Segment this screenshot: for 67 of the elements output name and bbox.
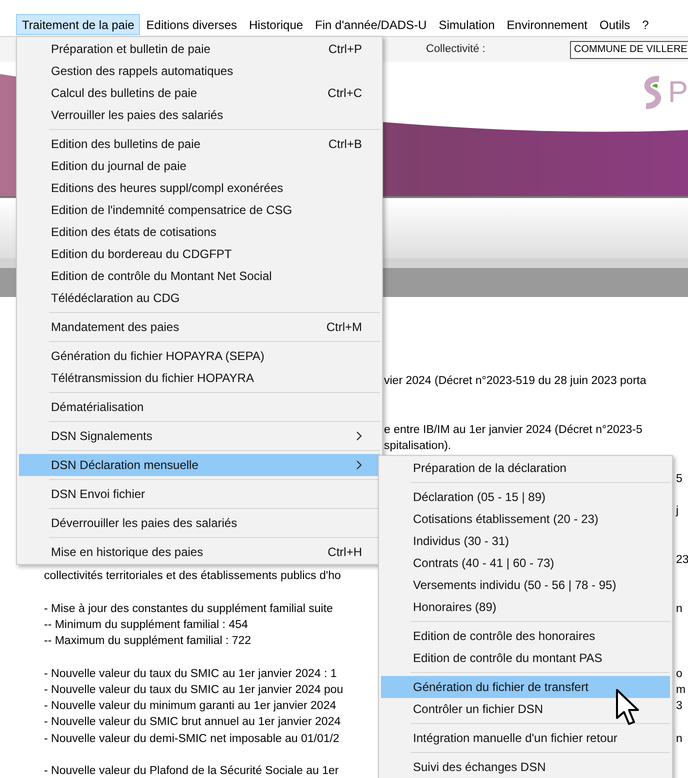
- menu-item[interactable]: Suivi des échanges DSN: [381, 756, 670, 778]
- menu-bar-item[interactable]: Outils: [593, 14, 636, 35]
- menu-bar-item[interactable]: Historique: [243, 14, 310, 35]
- menu-item[interactable]: DSN Envoi fichier: [19, 483, 380, 505]
- menu-item[interactable]: Edition de contrôle du montant PAS: [381, 647, 670, 669]
- menu-bar-item[interactable]: ?: [636, 14, 655, 35]
- document-text: - Nouvelle valeur du Plafond de la Sécurité Sociale au 1er: [44, 764, 339, 778]
- menu-item[interactable]: Télétransmission du fichier HOPAYRA: [19, 367, 380, 389]
- menu-item[interactable]: Déverrouiller les paies des salariés: [19, 512, 380, 534]
- document-text: -- Minimum du supplément familial : 454: [44, 618, 248, 633]
- document-text: n: [676, 602, 682, 616]
- mouse-pointer-icon: [615, 688, 641, 726]
- menu-item[interactable]: Intégration manuelle d'un fichier retour: [381, 727, 670, 749]
- menu-bar-item[interactable]: Fin d'année/DADS-U: [309, 14, 433, 35]
- menu-item[interactable]: DSN Déclaration mensuelle: [19, 454, 380, 476]
- menu-item[interactable]: Versements individu (50 - 56 | 78 - 95): [381, 574, 670, 596]
- menu-item[interactable]: Télédéclaration au CDG: [19, 287, 380, 309]
- document-text: 5: [676, 472, 682, 486]
- collectivity-field[interactable]: COMMUNE DE VILLERE: [570, 40, 688, 58]
- menu-item[interactable]: Préparation de la déclaration: [381, 457, 670, 479]
- document-text: -- Maximum du supplément familial : 722: [44, 634, 252, 649]
- document-text: n: [676, 732, 682, 746]
- menu-item[interactable]: Préparation et bulletin de paie Ctrl+P: [19, 38, 380, 60]
- menu-item[interactable]: Génération du fichier HOPAYRA (SEPA): [19, 345, 380, 367]
- menu-bar-item[interactable]: Environnement: [500, 14, 594, 35]
- menu-item[interactable]: Edition de l'indemnité compensatrice de CSG: [19, 199, 380, 221]
- menu-item[interactable]: Edition des états de cotisations: [19, 221, 380, 243]
- menu-item[interactable]: Edition du journal de paie: [19, 155, 380, 177]
- menu-item[interactable]: Edition de contrôle des honoraires: [381, 625, 670, 647]
- menu-item[interactable]: Gestion des rappels automatiques: [19, 60, 380, 82]
- document-text: spitalisation).: [384, 439, 452, 454]
- menu-item[interactable]: Edition des bulletins de paie Ctrl+B: [19, 133, 380, 155]
- menu-item[interactable]: Contrats (40 - 41 | 60 - 73): [381, 552, 670, 574]
- menu-item[interactable]: Cotisations établissement (20 - 23): [381, 508, 670, 530]
- document-text: 23: [676, 552, 688, 568]
- menu-bar-item[interactable]: Editions diverses: [140, 14, 244, 35]
- document-text: collectivités territoriales et des établissements publics d'ho: [44, 569, 341, 584]
- menu-item[interactable]: Editions des heures suppl/compl exonérées: [19, 177, 380, 199]
- menu-item[interactable]: Déclaration (05 - 15 | 89): [381, 486, 670, 508]
- menu-bar-item[interactable]: Simulation: [432, 14, 501, 35]
- document-text: 3: [676, 699, 682, 714]
- document-text: j: [676, 504, 679, 519]
- document-text: - Nouvelle valeur du demi-SMIC net imposable au 01/01/2: [44, 732, 340, 746]
- menu-item[interactable]: Edition de contrôle du Montant Net Social: [19, 265, 380, 287]
- document-text: - Nouvelle valeur du minimum garanti au 1er janvier 2024: [44, 699, 336, 714]
- document-text: vier 2024 (Décret n°2023-519 du 28 juin 2023 porta: [384, 374, 646, 389]
- menu-item[interactable]: Dématérialisation: [19, 396, 380, 418]
- document-text: e entre IB/IM au 1er janvier 2024 (Décret n°2023-5: [384, 422, 642, 438]
- menu-item[interactable]: Contrôler un fichier DSN: [381, 698, 670, 720]
- menu-item[interactable]: Mise en historique des paies Ctrl+H: [19, 541, 380, 563]
- menu-item[interactable]: Calcul des bulletins de paie Ctrl+C: [19, 82, 380, 104]
- logo-text: P: [668, 78, 688, 108]
- document-text: m: [676, 682, 686, 698]
- field-label: Collectivité :: [426, 42, 486, 58]
- document-text: - Nouvelle valeur du taux du SMIC au 1er janvier 2024 pou: [44, 682, 344, 698]
- document-text: o: [676, 666, 682, 682]
- menu-item[interactable]: Génération du fichier de transfert: [381, 676, 670, 698]
- menu-item[interactable]: Honoraires (89): [381, 596, 670, 618]
- document-text: - Mise à jour des constantes du supplément familial suite: [44, 602, 333, 616]
- menu-item[interactable]: Individus (30 - 31): [381, 530, 670, 552]
- menu-item[interactable]: DSN Signalements: [19, 425, 380, 447]
- document-text: - Nouvelle valeur du taux du SMIC au 1er janvier 2024 : 1: [44, 666, 337, 682]
- menu-item[interactable]: Mandatement des paies Ctrl+M: [19, 316, 380, 338]
- menu-bar-item[interactable]: Traitement de la paie: [16, 14, 140, 35]
- menu-item[interactable]: Verrouiller les paies des salariés: [19, 104, 380, 126]
- menu-item[interactable]: Edition du bordereau du CDGFPT: [19, 243, 380, 265]
- document-text: - Nouvelle valeur du SMIC brut annuel au 1er janvier 2024: [44, 715, 341, 730]
